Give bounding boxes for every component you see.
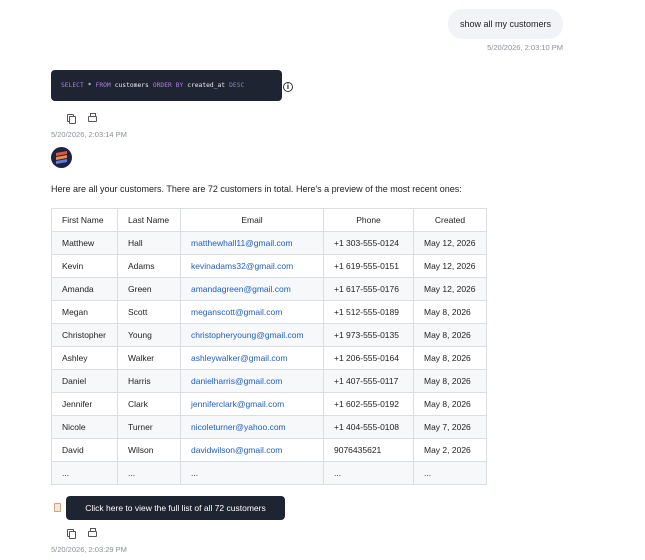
first-name-cell: Megan	[51, 300, 118, 324]
created-cell: May 8, 2026	[413, 346, 487, 370]
email-cell[interactable]: ashleywalker@gmail.com	[180, 346, 324, 370]
query-actions	[66, 113, 97, 124]
email-cell[interactable]: davidwilson@gmail.com	[180, 438, 324, 462]
assistant-intro-text: Here are all your customers. There are 7…	[51, 184, 462, 194]
sql-keyword-order: ORDER BY	[152, 82, 184, 89]
table-row: Nicole Turner nicoleturner@yahoo.com +1 404…	[51, 415, 487, 439]
last-name-cell: Hall	[117, 231, 181, 255]
email-cell[interactable]: jenniferclark@gmail.com	[180, 392, 324, 416]
column-header: Last Name	[117, 208, 181, 232]
created-cell: May 7, 2026	[413, 415, 487, 439]
column-header: First Name	[51, 208, 118, 232]
first-name-cell: ...	[51, 461, 118, 485]
phone-cell: +1 407-555-0117	[323, 369, 414, 393]
first-name-cell: Kevin	[51, 254, 118, 278]
last-name-cell: Turner	[117, 415, 181, 439]
first-name-cell: Nicole	[51, 415, 118, 439]
column-header: Phone	[323, 208, 414, 232]
email-cell[interactable]: matthewhall11@gmail.com	[180, 231, 324, 255]
phone-cell: +1 404-555-0108	[323, 415, 414, 439]
email-cell[interactable]: kevinadams32@gmail.com	[180, 254, 324, 278]
table-row: Matthew Hall matthewhall11@gmail.com +1 303…	[51, 231, 487, 255]
phone-cell: +1 303-555-0124	[323, 231, 414, 255]
sql-star: *	[87, 82, 92, 89]
created-cell: May 12, 2026	[413, 254, 487, 278]
last-name-cell: Adams	[117, 254, 181, 278]
email-cell[interactable]: christopheryoung@gmail.com	[180, 323, 324, 347]
last-name-cell: Clark	[117, 392, 181, 416]
first-name-cell: David	[51, 438, 118, 462]
copy-icon[interactable]	[66, 528, 76, 539]
phone-cell: +1 973-555-0135	[323, 323, 414, 347]
created-cell: May 8, 2026	[413, 300, 487, 324]
sql-column: created_at	[187, 82, 226, 89]
phone-cell: +1 617-555-0176	[323, 277, 414, 301]
column-header: Email	[180, 208, 324, 232]
user-message-bubble: show all my customers	[447, 9, 563, 39]
last-name-cell: Harris	[117, 369, 181, 393]
email-cell[interactable]: meganscott@gmail.com	[180, 300, 324, 324]
created-cell: May 12, 2026	[413, 277, 487, 301]
table-header-row: First Name Last Name Email Phone Created	[51, 208, 487, 232]
user-message-timestamp: 5/20/2026, 2:03:10 PM	[487, 43, 563, 52]
table-row: Christopher Young christopheryoung@gmail.c…	[51, 323, 487, 347]
created-cell: May 8, 2026	[413, 392, 487, 416]
last-name-cell: Wilson	[117, 438, 181, 462]
customers-table: First Name Last Name Email Phone Created…	[51, 208, 487, 485]
info-icon[interactable]: i	[283, 82, 293, 92]
sql-keyword-select: SELECT	[61, 82, 84, 89]
last-name-cell: Walker	[117, 346, 181, 370]
phone-cell: +1 512-555-0189	[323, 300, 414, 324]
phone-cell: 9076435621	[323, 438, 414, 462]
assistant-avatar	[51, 147, 72, 168]
response-actions	[66, 528, 97, 539]
first-name-cell: Christopher	[51, 323, 118, 347]
created-cell: May 8, 2026	[413, 323, 487, 347]
sql-query-block: SELECT * FROM customers ORDER BY created…	[51, 70, 282, 101]
created-cell: May 2, 2026	[413, 438, 487, 462]
query-timestamp: 5/20/2026, 2:03:14 PM	[51, 130, 127, 139]
table-row: ...............	[51, 461, 487, 485]
user-message-text: show all my customers	[459, 19, 551, 29]
created-cell: May 12, 2026	[413, 231, 487, 255]
email-cell[interactable]: amandagreen@gmail.com	[180, 277, 324, 301]
response-timestamp: 5/20/2026, 2:03:29 PM	[51, 545, 127, 554]
copy-icon[interactable]	[66, 113, 76, 124]
table-row: Jennifer Clark jenniferclark@gmail.com +1 6…	[51, 392, 487, 416]
print-icon[interactable]	[87, 528, 97, 537]
last-name-cell: Young	[117, 323, 181, 347]
sql-table: customers	[114, 82, 149, 89]
table-row: Megan Scott meganscott@gmail.com +1 512-555…	[51, 300, 487, 324]
first-name-cell: Daniel	[51, 369, 118, 393]
email-cell: ...	[180, 461, 324, 485]
first-name-cell: Amanda	[51, 277, 118, 301]
print-icon[interactable]	[87, 113, 97, 122]
first-name-cell: Jennifer	[51, 392, 118, 416]
first-name-cell: Ashley	[51, 346, 118, 370]
phone-cell: ...	[323, 461, 414, 485]
phone-cell: +1 206-555-0164	[323, 346, 414, 370]
last-name-cell: ...	[117, 461, 181, 485]
table-row: Ashley Walker ashleywalker@gmail.com +1 206…	[51, 346, 487, 370]
table-row: Kevin Adams kevinadams32@gmail.com +1 619-5…	[51, 254, 487, 278]
table-row: Daniel Harris danielharris@gmail.com +1 407…	[51, 369, 487, 393]
column-header: Created	[413, 208, 487, 232]
created-cell: ...	[413, 461, 487, 485]
last-name-cell: Green	[117, 277, 181, 301]
email-cell[interactable]: nicoleturner@yahoo.com	[180, 415, 324, 439]
phone-cell: +1 619-555-0151	[323, 254, 414, 278]
created-cell: May 8, 2026	[413, 369, 487, 393]
table-row: Amanda Green amandagreen@gmail.com +1 617-5…	[51, 277, 487, 301]
last-name-cell: Scott	[117, 300, 181, 324]
first-name-cell: Matthew	[51, 231, 118, 255]
phone-cell: +1 602-555-0192	[323, 392, 414, 416]
view-full-list-button[interactable]: Click here to view the full list of all …	[66, 496, 285, 520]
email-cell[interactable]: danielharris@gmail.com	[180, 369, 324, 393]
document-icon	[54, 503, 61, 512]
sql-keyword-desc: DESC	[229, 82, 245, 89]
sql-keyword-from: FROM	[95, 82, 111, 89]
table-row: David Wilson davidwilson@gmail.com 90764356…	[51, 438, 487, 462]
